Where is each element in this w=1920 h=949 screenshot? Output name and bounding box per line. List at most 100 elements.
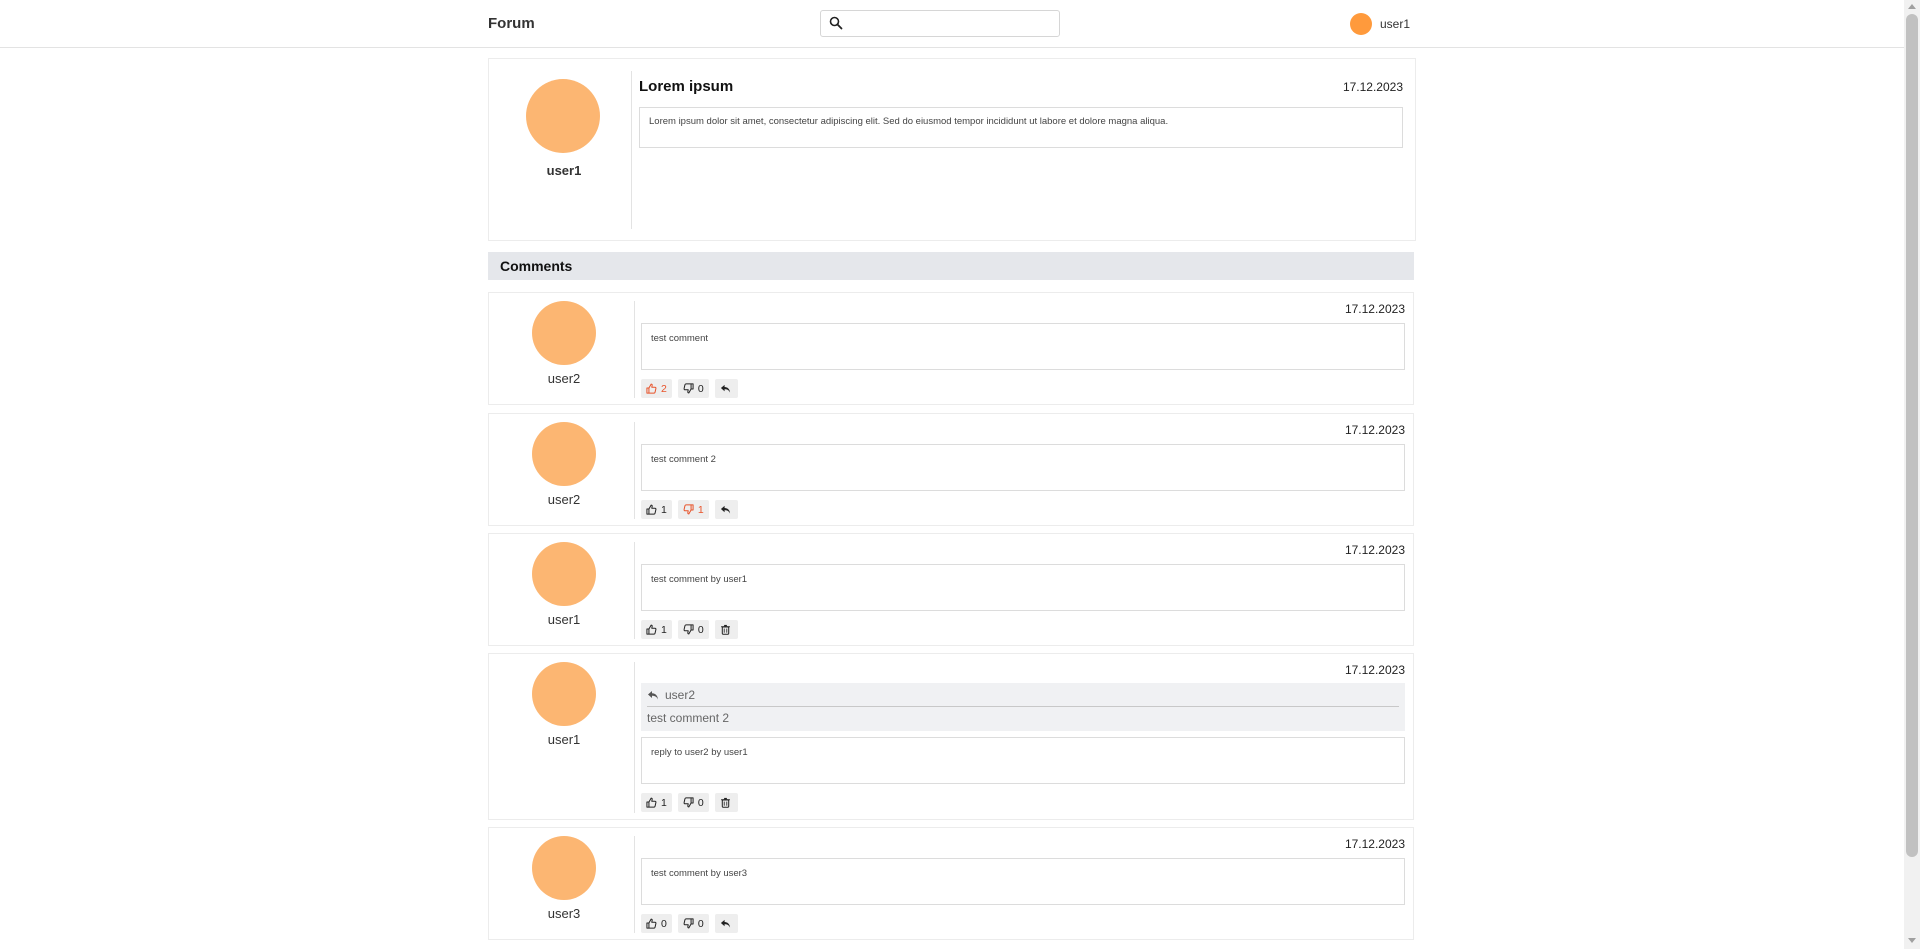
comment-date: 17.12.2023	[1344, 663, 1405, 677]
search-input[interactable]	[820, 10, 1060, 37]
comment-date: 17.12.2023	[1344, 302, 1405, 316]
comments-section-title: Comments	[488, 252, 1414, 280]
comment-divider	[634, 662, 635, 813]
comment-date: 17.12.2023	[1344, 837, 1405, 851]
comment-author-name: user2	[547, 492, 581, 507]
thumbs-down-icon	[683, 918, 694, 929]
post-date: 17.12.2023	[1342, 80, 1403, 94]
dislike-count: 0	[697, 917, 704, 930]
reply-quote-text: test comment 2	[647, 711, 730, 725]
top-navbar: Forum user1	[0, 0, 1904, 48]
like-button[interactable]: 1	[641, 620, 672, 639]
post-title: Lorem ipsum	[639, 78, 734, 95]
comment-text: test comment 2	[641, 444, 1405, 491]
comment-actions: 1 0	[641, 620, 738, 639]
comment-author-name: user3	[547, 906, 581, 921]
comment-date: 17.12.2023	[1344, 543, 1405, 557]
reply-quote[interactable]: user2 test comment 2	[641, 683, 1405, 731]
comment-author-name: user2	[547, 371, 581, 386]
dislike-count: 0	[697, 382, 704, 395]
thumbs-up-icon	[646, 383, 657, 394]
like-button[interactable]: 0	[641, 914, 672, 933]
reply-icon	[720, 918, 731, 929]
delete-button[interactable]	[714, 793, 738, 812]
like-button[interactable]: 2	[641, 379, 672, 398]
trash-icon	[720, 797, 731, 808]
post-author-avatar	[526, 79, 600, 153]
reply-quote-author: user2	[665, 688, 696, 702]
reply-button[interactable]	[714, 500, 738, 519]
comment-card: user2 17.12.2023 test comment 2 0	[488, 292, 1414, 405]
scroll-up-icon[interactable]	[1908, 4, 1916, 9]
comment-text: reply to user2 by user1	[641, 737, 1405, 784]
scrollbar-thumb[interactable]	[1906, 14, 1918, 857]
dislike-count: 0	[697, 796, 704, 809]
thumbs-down-icon	[683, 624, 694, 635]
like-count: 0	[661, 917, 667, 930]
user-avatar	[1350, 13, 1372, 35]
like-count: 1	[661, 623, 667, 636]
comment-text: test comment	[641, 323, 1405, 370]
thumbs-up-icon	[646, 918, 657, 929]
reply-button[interactable]	[714, 914, 738, 933]
like-button[interactable]: 1	[641, 500, 672, 519]
dislike-button[interactable]: 0	[677, 914, 709, 933]
dislike-button[interactable]: 0	[677, 620, 709, 639]
comment-divider	[634, 542, 635, 639]
comment-divider	[634, 422, 635, 519]
comment-author-avatar	[532, 542, 596, 606]
thumbs-down-icon	[683, 504, 694, 515]
comment-author-name: user1	[547, 612, 581, 627]
post-author-name: user1	[546, 163, 582, 178]
comment-author-avatar	[532, 662, 596, 726]
reply-quote-header: user2	[647, 687, 1399, 703]
comment-card: user2 17.12.2023 test comment 2 1 1	[488, 413, 1414, 526]
reply-quote-divider	[647, 706, 1399, 707]
trash-icon	[720, 624, 731, 635]
comment-actions: 1 0	[641, 793, 738, 812]
comment-divider	[634, 836, 635, 933]
post-divider	[631, 71, 632, 229]
comment-date: 17.12.2023	[1344, 423, 1405, 437]
forum-brand-link[interactable]: Forum	[488, 15, 535, 32]
comment-text: test comment by user3	[641, 858, 1405, 905]
reply-icon	[647, 689, 659, 701]
delete-button[interactable]	[714, 620, 738, 639]
reply-icon	[720, 383, 731, 394]
like-count: 1	[661, 503, 667, 516]
comment-author-avatar	[532, 422, 596, 486]
like-button[interactable]: 1	[641, 793, 672, 812]
comment-card: user3 17.12.2023 test comment by user3 0…	[488, 827, 1414, 940]
comment-actions: 1 1	[641, 500, 738, 519]
dislike-button[interactable]: 1	[677, 500, 709, 519]
comment-card: user1 17.12.2023 test comment by user1 1…	[488, 533, 1414, 646]
dislike-button[interactable]: 0	[677, 793, 709, 812]
dislike-count: 0	[697, 623, 704, 636]
comment-author-avatar	[532, 301, 596, 365]
thumbs-up-icon	[646, 504, 657, 515]
comment-actions: 2 0	[641, 379, 738, 398]
post-body: Lorem ipsum dolor sit amet, consectetur …	[639, 107, 1403, 148]
like-count: 1	[661, 796, 667, 809]
current-username: user1	[1380, 17, 1411, 31]
comment-text: test comment by user1	[641, 564, 1405, 611]
dislike-button[interactable]: 0	[677, 379, 709, 398]
reply-button[interactable]	[714, 379, 738, 398]
comment-actions: 0 0	[641, 914, 738, 933]
thumbs-down-icon	[683, 383, 694, 394]
scroll-down-icon[interactable]	[1908, 938, 1916, 943]
user-menu[interactable]: user1	[1350, 12, 1410, 36]
comment-card: user1 17.12.2023 user2 test comment 2 re…	[488, 653, 1414, 820]
page-scrollbar[interactable]	[1904, 0, 1920, 949]
post-card: user1 Lorem ipsum 17.12.2023 Lorem ipsum…	[488, 58, 1416, 241]
thumbs-up-icon	[646, 797, 657, 808]
post-author-panel: user1	[489, 59, 631, 240]
search-icon	[829, 16, 843, 30]
comment-author-avatar	[532, 836, 596, 900]
comment-author-name: user1	[547, 732, 581, 747]
reply-icon	[720, 504, 731, 515]
thumbs-up-icon	[646, 624, 657, 635]
like-count: 2	[661, 382, 667, 395]
comment-divider	[634, 301, 635, 398]
thumbs-down-icon	[683, 797, 694, 808]
